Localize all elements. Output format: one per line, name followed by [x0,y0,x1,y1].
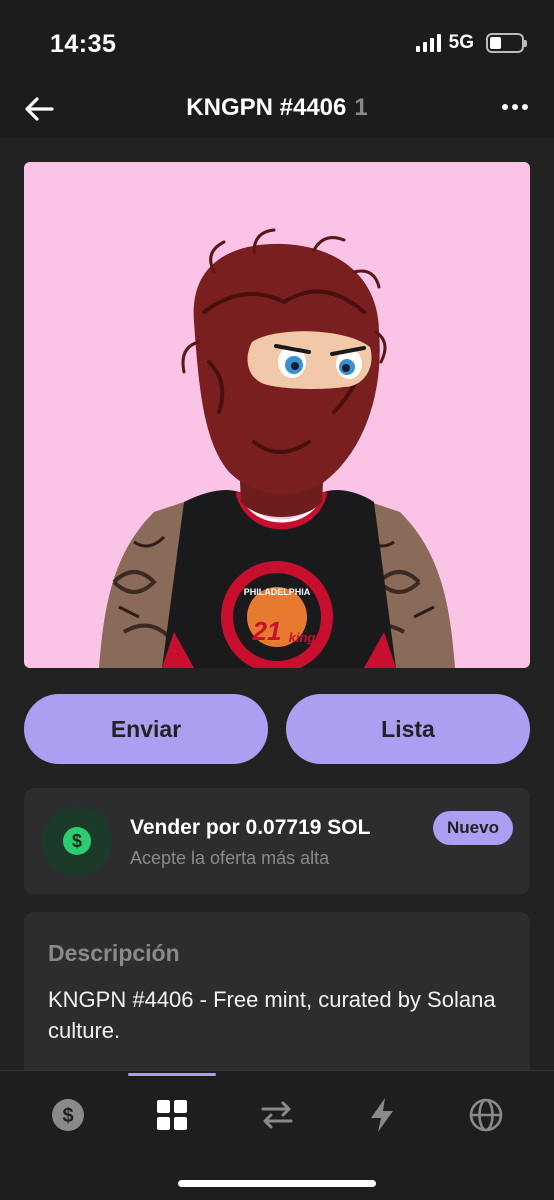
dollar-icon: $ [63,827,91,855]
more-horizontal-icon [502,104,528,110]
dollar-icon: $ [52,1099,84,1131]
list-button[interactable]: Lista [286,694,530,764]
signal-icon [415,34,441,52]
svg-text:$: $ [72,831,82,851]
offer-icon-container: $ [42,806,112,876]
description-text: KNGPN #4406 - Free mint, curated by Sola… [48,987,496,1043]
nft-image[interactable]: PHILADELPHIA 21 king [24,162,530,668]
status-bar: 14:35 5G [0,0,554,80]
grid-icon [157,1100,187,1130]
svg-text:$: $ [62,1105,73,1127]
swap-icon [261,1101,293,1129]
nft-artwork: PHILADELPHIA 21 king [99,228,455,668]
status-time: 14:35 [50,30,117,58]
globe-icon [469,1098,503,1132]
offer-title: Vender por 0.07719 SOL [130,816,371,839]
send-button[interactable]: Enviar [24,694,268,764]
active-tab-indicator [128,1073,216,1076]
page-title: KNGPN #4406 1 [0,94,554,122]
header: KNGPN #4406 1 [0,80,554,138]
tab-collectibles[interactable] [152,1095,192,1135]
sell-offer-card[interactable]: $ Vender por 0.07719 SOL Acepte la ofert… [24,788,530,894]
lightning-icon [371,1098,393,1132]
network-type: 5G [448,32,474,53]
description-label: Descripción [48,940,180,966]
tab-explore[interactable] [466,1095,506,1135]
more-options-button[interactable] [500,92,530,122]
new-badge: Nuevo [433,811,513,845]
jersey-badge-word: king [289,630,316,645]
jersey-badge-number: 21 [252,616,282,646]
item-count: 1 [354,94,368,121]
tab-activity[interactable] [362,1095,402,1135]
nft-title: KNGPN #4406 [186,94,347,121]
tab-swap[interactable] [257,1095,297,1135]
tab-wallet[interactable]: $ [48,1095,88,1135]
status-indicators: 5G [415,32,527,54]
jersey-badge-text: PHILADELPHIA [244,587,311,597]
offer-subtitle: Acepte la oferta más alta [130,848,330,868]
home-indicator [178,1180,376,1187]
battery-icon [486,33,527,53]
